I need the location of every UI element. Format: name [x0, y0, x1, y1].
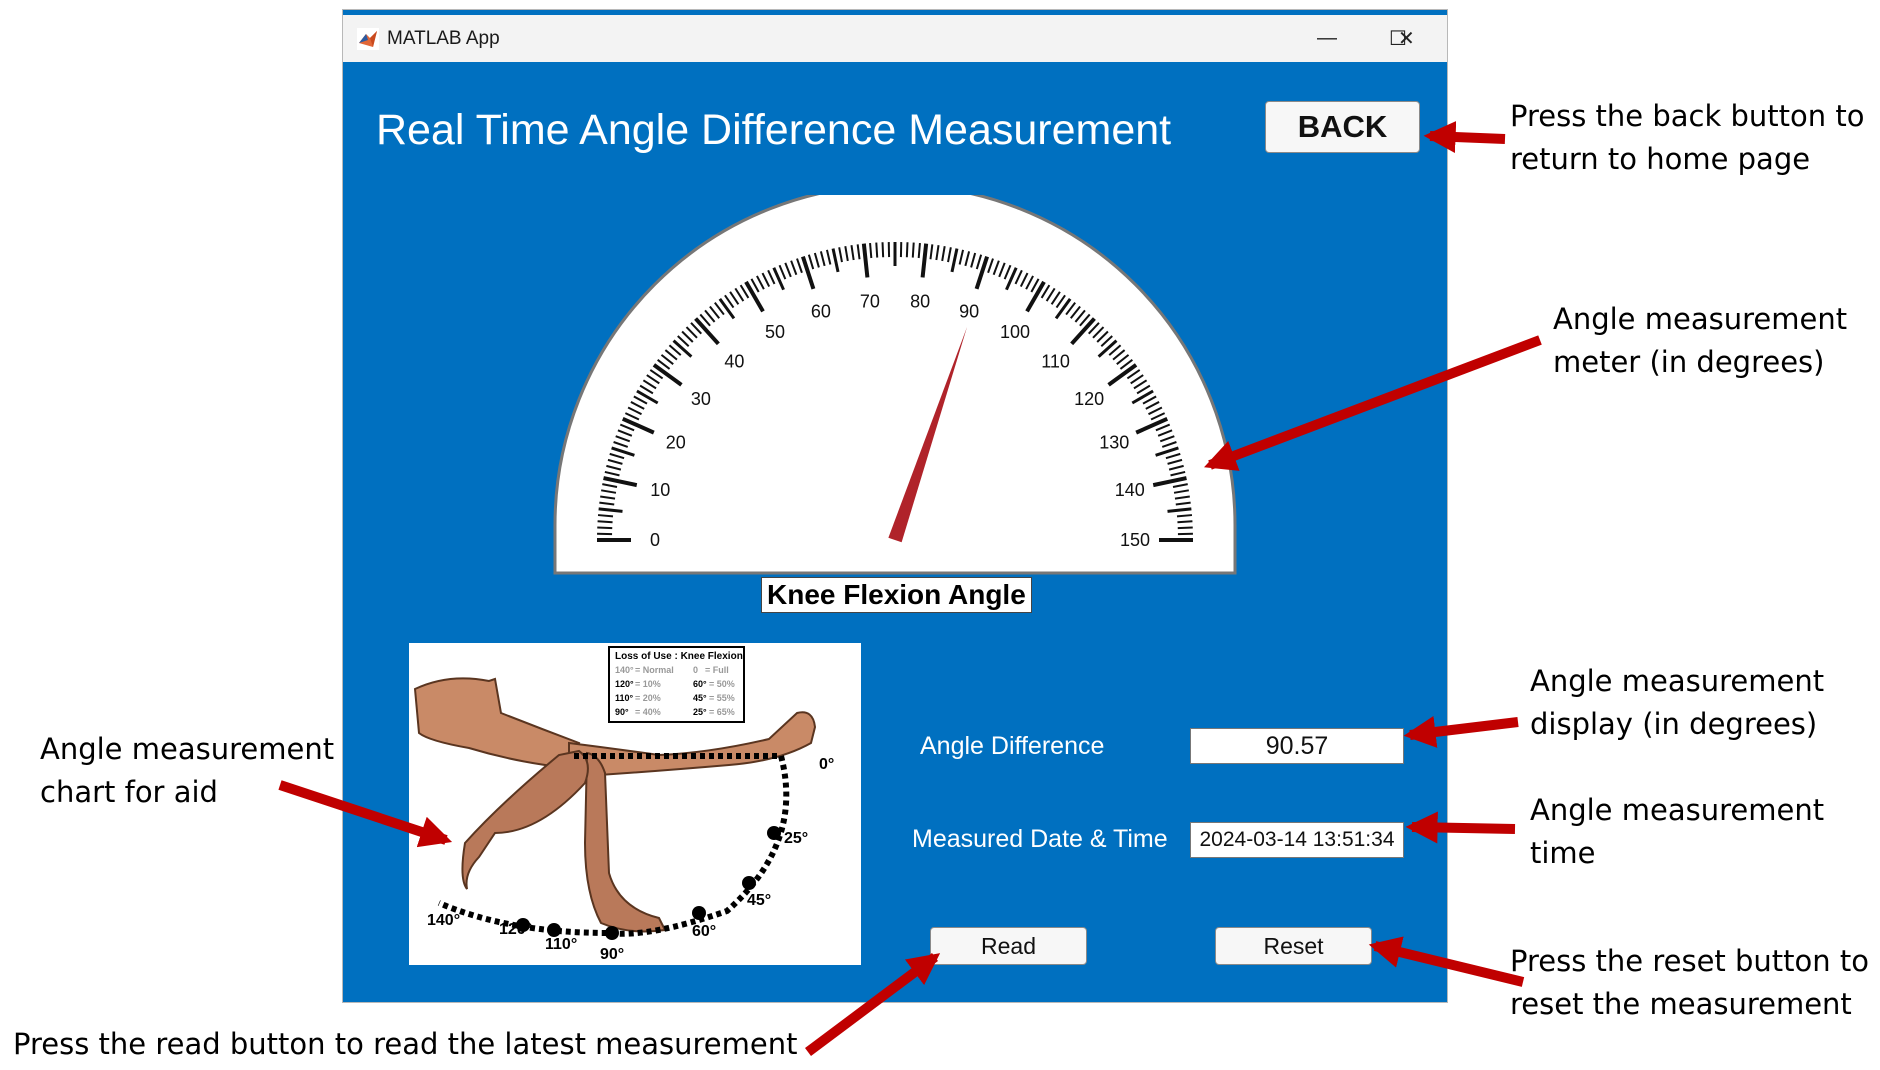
- annotation-chart-line1: Angle measurement: [40, 732, 335, 766]
- annotation-reset-line2: reset the measurement: [1510, 987, 1852, 1021]
- annotation-read: Press the read button to read the latest…: [13, 1027, 798, 1061]
- arrow-read: [805, 952, 941, 1057]
- arrow-back: [1423, 121, 1506, 154]
- annotation-reset: Press the reset button to reset the meas…: [1510, 940, 1869, 1026]
- annotation-display-line1: Angle measurement: [1530, 664, 1825, 698]
- annotation-back-line1: Press the back button to: [1510, 99, 1865, 133]
- annotation-time-line1: Angle measurement: [1530, 793, 1825, 827]
- annotation-chart-line2: chart for aid: [40, 775, 218, 809]
- annotation-back: Press the back button to return to home …: [1510, 95, 1864, 181]
- annotation-display-line2: display (in degrees): [1530, 707, 1818, 741]
- annotation-meter-line2: meter (in degrees): [1553, 345, 1825, 379]
- annotation-time-line2: time: [1530, 836, 1596, 870]
- annotation-meter-line1: Angle measurement: [1553, 302, 1848, 336]
- annotation-chart: Angle measurement chart for aid: [40, 728, 334, 814]
- annotation-reset-line1: Press the reset button to: [1510, 944, 1870, 978]
- annotation-time: Angle measurement time: [1530, 789, 1824, 875]
- annotation-display: Angle measurement display (in degrees): [1530, 660, 1824, 746]
- arrow-reset: [1368, 936, 1525, 987]
- annotation-meter: Angle measurement meter (in degrees): [1553, 298, 1847, 384]
- arrow-meter: [1204, 335, 1542, 471]
- annotation-back-line2: return to home page: [1510, 142, 1811, 176]
- arrow-time: [1405, 811, 1516, 844]
- arrow-display: [1403, 716, 1519, 748]
